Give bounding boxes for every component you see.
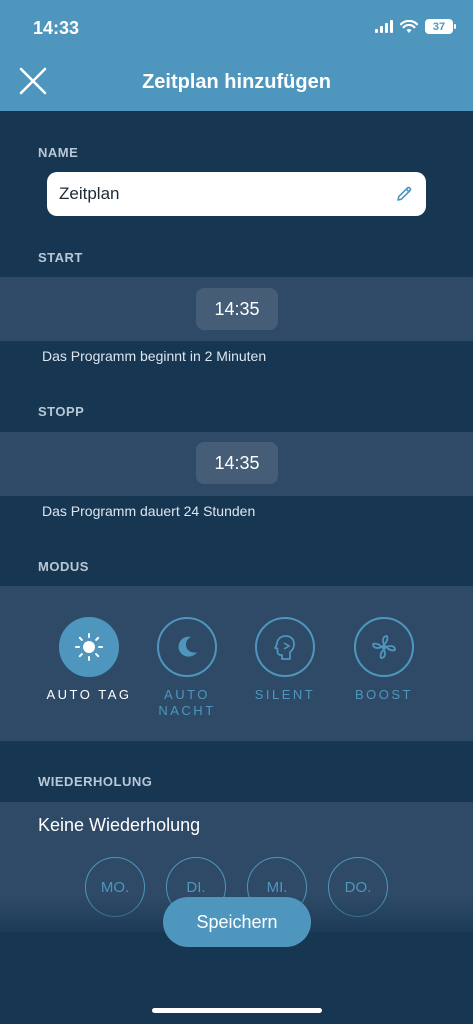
- mode-auto-nacht-circle: [157, 617, 217, 677]
- name-input[interactable]: [59, 184, 394, 204]
- save-button[interactable]: Speichern: [163, 897, 311, 947]
- name-label: NAME: [38, 145, 79, 160]
- stop-label: STOPP: [38, 404, 85, 419]
- mode-silent-circle: [255, 617, 315, 677]
- moon-icon: [178, 636, 197, 657]
- stop-time-picker[interactable]: 14:35: [196, 442, 278, 484]
- wifi-icon: [400, 19, 418, 33]
- repeat-value[interactable]: Keine Wiederholung: [38, 815, 200, 836]
- page-title: Zeitplan hinzufügen: [142, 71, 331, 93]
- mode-auto-tag-circle: [59, 617, 119, 677]
- status-icons: 37: [375, 19, 456, 34]
- mode-selector: AUTO TAG AUTO NACHT SILENT BOOST: [0, 586, 473, 741]
- mode-auto-nacht-label: AUTO NACHT: [158, 687, 216, 718]
- start-time-picker[interactable]: 14:35: [196, 288, 278, 330]
- silent-icon: [274, 635, 295, 660]
- mode-silent[interactable]: SILENT: [237, 617, 333, 703]
- mode-auto-nacht[interactable]: AUTO NACHT: [139, 617, 235, 719]
- battery-icon: 37: [425, 19, 456, 34]
- pencil-icon[interactable]: [394, 184, 414, 204]
- mode-boost-circle: [354, 617, 414, 677]
- mode-auto-tag-label: AUTO TAG: [46, 687, 132, 702]
- status-time: 14:33: [33, 18, 80, 38]
- mode-silent-label: SILENT: [254, 687, 316, 702]
- signal-icon: [375, 20, 393, 33]
- header-bar: 14:33 37 Zeitplan hinzufügen: [0, 0, 473, 111]
- home-indicator: [152, 1008, 322, 1013]
- start-info: Das Programm beginnt in 2 Minuten: [42, 348, 267, 364]
- name-field[interactable]: [47, 172, 426, 216]
- mode-boost-label: BOOST: [354, 687, 413, 702]
- repeat-label: WIEDERHOLUNG: [38, 774, 153, 789]
- sun-icon: [75, 633, 103, 661]
- stop-info: Das Programm dauert 24 Stunden: [42, 503, 256, 519]
- start-label: START: [38, 250, 83, 265]
- mode-label: MODUS: [38, 559, 89, 574]
- mode-auto-tag[interactable]: AUTO TAG: [41, 617, 137, 703]
- mode-boost[interactable]: BOOST: [336, 617, 432, 703]
- fan-icon: [372, 635, 396, 659]
